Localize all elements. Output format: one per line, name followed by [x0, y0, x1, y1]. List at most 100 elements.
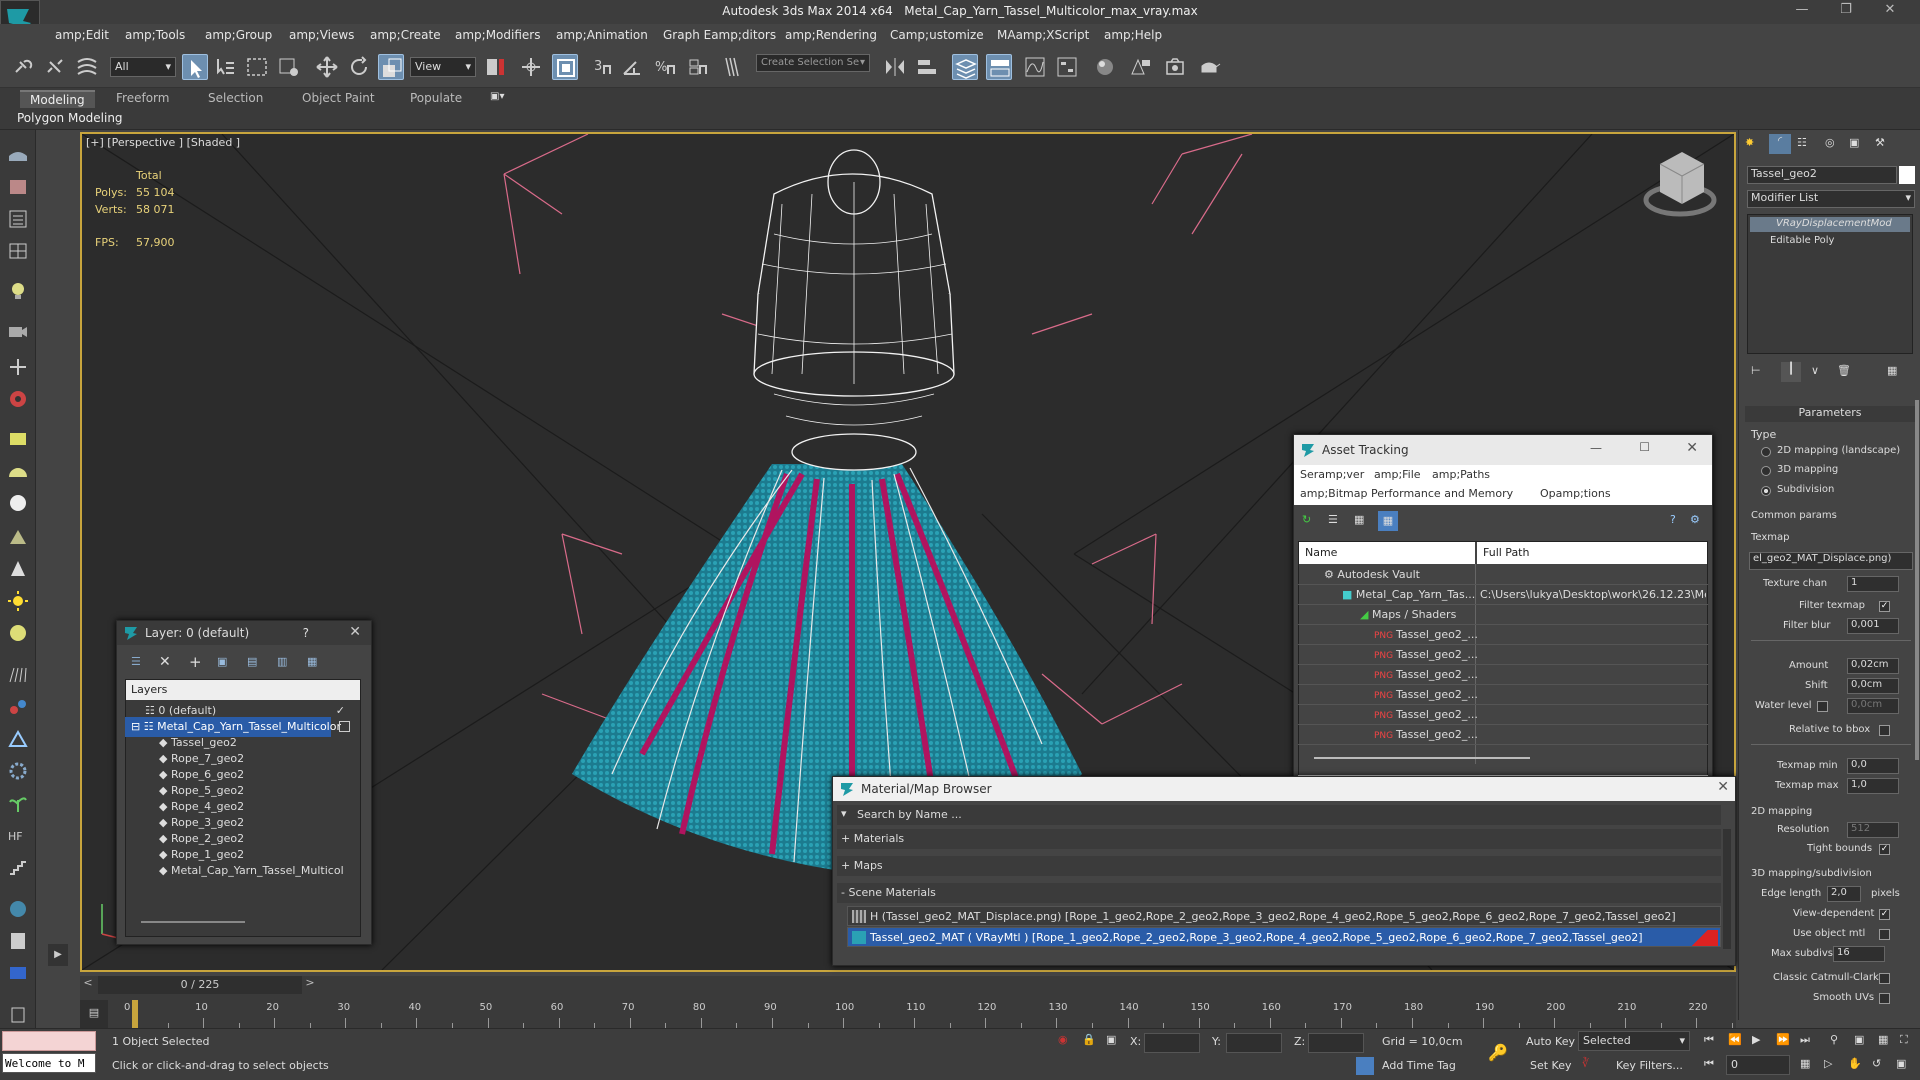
asset-row[interactable]: PNG Tassel_geo2_...: [1298, 705, 1708, 725]
texmap-button[interactable]: el_geo2_MAT_Displace.png): [1749, 552, 1913, 570]
zoom-extents-icon[interactable]: ▦: [1878, 1033, 1888, 1046]
maximize-viewport-icon[interactable]: ⛶: [1900, 1033, 1908, 1047]
ribbon-options-icon[interactable]: ▣▾: [490, 91, 504, 102]
horizontal-scrollbar[interactable]: [141, 921, 245, 923]
camera-icon[interactable]: [6, 320, 30, 342]
edit-named-selection-button[interactable]: [720, 54, 746, 80]
object-color-swatch[interactable]: [1899, 166, 1915, 184]
shift-spinner[interactable]: 0,0cm: [1847, 678, 1899, 694]
add-to-layer-icon[interactable]: +: [189, 653, 202, 671]
search-input[interactable]: Search by Name ...: [857, 808, 962, 821]
display-tab-icon[interactable]: ▣: [1849, 136, 1859, 149]
table-view-icon[interactable]: ▦: [1378, 511, 1398, 531]
render-icon[interactable]: [6, 176, 30, 198]
orb-icon[interactable]: [6, 622, 30, 644]
group-scene-materials[interactable]: - Scene Materials: [837, 883, 1721, 903]
menu-tools[interactable]: amp;Tools: [125, 28, 185, 42]
detail-view-icon[interactable]: ▦: [1354, 513, 1364, 526]
menu-help[interactable]: amp;Help: [1104, 28, 1162, 42]
hide-layers-icon[interactable]: ▥: [277, 655, 287, 668]
menu-group[interactable]: amp;Group: [205, 28, 272, 42]
script-icon[interactable]: [6, 930, 30, 952]
menu-views[interactable]: amp;Views: [289, 28, 354, 42]
menu-file[interactable]: amp;File: [1374, 468, 1421, 481]
scale-button[interactable]: [378, 54, 404, 80]
menu-modifiers[interactable]: amp;Modifiers: [455, 28, 540, 42]
amount-spinner[interactable]: 0,02cm: [1847, 658, 1899, 674]
mesh-icon[interactable]: [6, 962, 30, 984]
help-button[interactable]: ?: [303, 626, 309, 640]
key-mode-dropdown[interactable]: Selected ▾: [1578, 1031, 1690, 1051]
radio-3d-mapping[interactable]: [1761, 466, 1771, 476]
close-icon[interactable]: ✕: [349, 624, 361, 640]
angle-snap-button[interactable]: [620, 54, 646, 80]
hierarchy-tab-icon[interactable]: ☷: [1797, 136, 1807, 149]
orbit-icon[interactable]: ↺: [1872, 1057, 1881, 1070]
asset-row[interactable]: PNG Tassel_geo2_...: [1298, 685, 1708, 705]
make-unique-icon[interactable]: ∨: [1811, 364, 1819, 377]
panel-scrollbar[interactable]: [1915, 400, 1919, 760]
film-reel-icon[interactable]: [6, 388, 30, 410]
collapse-icon[interactable]: ⊟: [131, 720, 144, 733]
maximize-icon[interactable]: ☐: [1639, 440, 1650, 454]
scene-material-item-selected[interactable]: Tassel_geo2_MAT ( VRayMtl ) [Rope_1_geo2…: [847, 927, 1721, 947]
scene-material-item[interactable]: H (Tassel_geo2_MAT_Displace.png) [Rope_1…: [847, 906, 1721, 926]
select-manipulate-button[interactable]: [518, 54, 544, 80]
name-column-header[interactable]: Name: [1299, 542, 1475, 564]
current-frame-field[interactable]: 0: [1726, 1055, 1790, 1075]
horizontal-scrollbar[interactable]: [1314, 757, 1530, 759]
show-end-result-icon[interactable]: ┃: [1781, 362, 1801, 382]
select-in-layer-icon[interactable]: ▣: [217, 655, 227, 668]
configure-sets-icon[interactable]: ▦: [1887, 364, 1897, 377]
asset-row[interactable]: ⚙ Autodesk Vault: [1298, 565, 1708, 585]
use-object-mtl-checkbox[interactable]: [1879, 929, 1890, 940]
create-tab-icon[interactable]: ✸: [1745, 136, 1754, 149]
hair-fur-icon[interactable]: HF: [6, 824, 30, 846]
polygon-modeling-label[interactable]: Polygon Modeling: [17, 111, 123, 125]
stairs-icon[interactable]: [6, 856, 30, 878]
sphere-icon[interactable]: [6, 492, 30, 514]
restore-button[interactable]: ❐: [1824, 2, 1868, 22]
reference-coordinate-dropdown[interactable]: View ▾: [410, 57, 476, 77]
water-level-checkbox[interactable]: [1817, 701, 1828, 712]
window-crossing-button[interactable]: [276, 54, 302, 80]
select-object-button[interactable]: [182, 54, 208, 80]
helper-icon[interactable]: [6, 356, 30, 378]
utilities-tab-icon[interactable]: ⚒: [1875, 136, 1885, 149]
full-path-column-header[interactable]: Full Path: [1477, 542, 1707, 564]
light-bulb-icon[interactable]: [6, 280, 30, 302]
zoom-icon[interactable]: ⚲: [1830, 1033, 1838, 1046]
texmap-max-spinner[interactable]: 1,0: [1847, 778, 1899, 794]
rect-selection-button[interactable]: [244, 54, 270, 80]
menu-edit[interactable]: amp;Edit: [55, 28, 109, 42]
settings-icon[interactable]: ⚙: [1690, 513, 1700, 526]
curve-editor-button[interactable]: [1022, 54, 1048, 80]
lock-icon[interactable]: 🔒: [1082, 1033, 1096, 1046]
texmap-min-spinner[interactable]: 0,0: [1847, 758, 1899, 774]
auto-key-button[interactable]: Auto Key: [1526, 1035, 1575, 1048]
parameters-rollout-header[interactable]: Parameters: [1745, 406, 1915, 422]
cone-icon[interactable]: [6, 558, 30, 580]
remove-modifier-icon[interactable]: 🗑: [1837, 364, 1851, 377]
next-frame-icon[interactable]: ⏩: [1776, 1033, 1790, 1046]
schematic-view-button[interactable]: [1054, 54, 1080, 80]
water-level-spinner[interactable]: 0,0cm: [1847, 698, 1899, 714]
filter-texmap-checkbox[interactable]: ✓: [1879, 601, 1890, 612]
z-coordinate-field[interactable]: [1308, 1033, 1364, 1053]
add-time-tag-button[interactable]: Add Time Tag: [1382, 1059, 1456, 1072]
field-of-view-icon[interactable]: ▷: [1824, 1057, 1832, 1070]
help-icon[interactable]: ?: [1670, 513, 1676, 526]
delete-layer-icon[interactable]: ✕: [159, 654, 171, 670]
spinner-snap-button[interactable]: [684, 54, 710, 80]
pan-icon[interactable]: ✋: [1848, 1057, 1862, 1070]
object-row[interactable]: ◆ Metal_Cap_Yarn_Tassel_Multicol: [125, 861, 353, 881]
maxscript-listener-input[interactable]: Welcome to M: [2, 1053, 96, 1073]
set-keys-curve-icon[interactable]: ∛: [1582, 1057, 1589, 1070]
search-bar[interactable]: ▾ Search by Name ...: [837, 805, 1721, 825]
previous-frame-icon[interactable]: ⏪: [1728, 1033, 1742, 1046]
utility-icon[interactable]: [6, 1002, 30, 1024]
selection-filter-dropdown[interactable]: All ▾: [110, 57, 176, 77]
asset-window-title-bar[interactable]: Asset Tracking — ☐ ✕: [1294, 435, 1712, 465]
prev-frame-arrow-icon[interactable]: <: [80, 976, 96, 994]
teapot-create-icon[interactable]: [6, 144, 30, 166]
